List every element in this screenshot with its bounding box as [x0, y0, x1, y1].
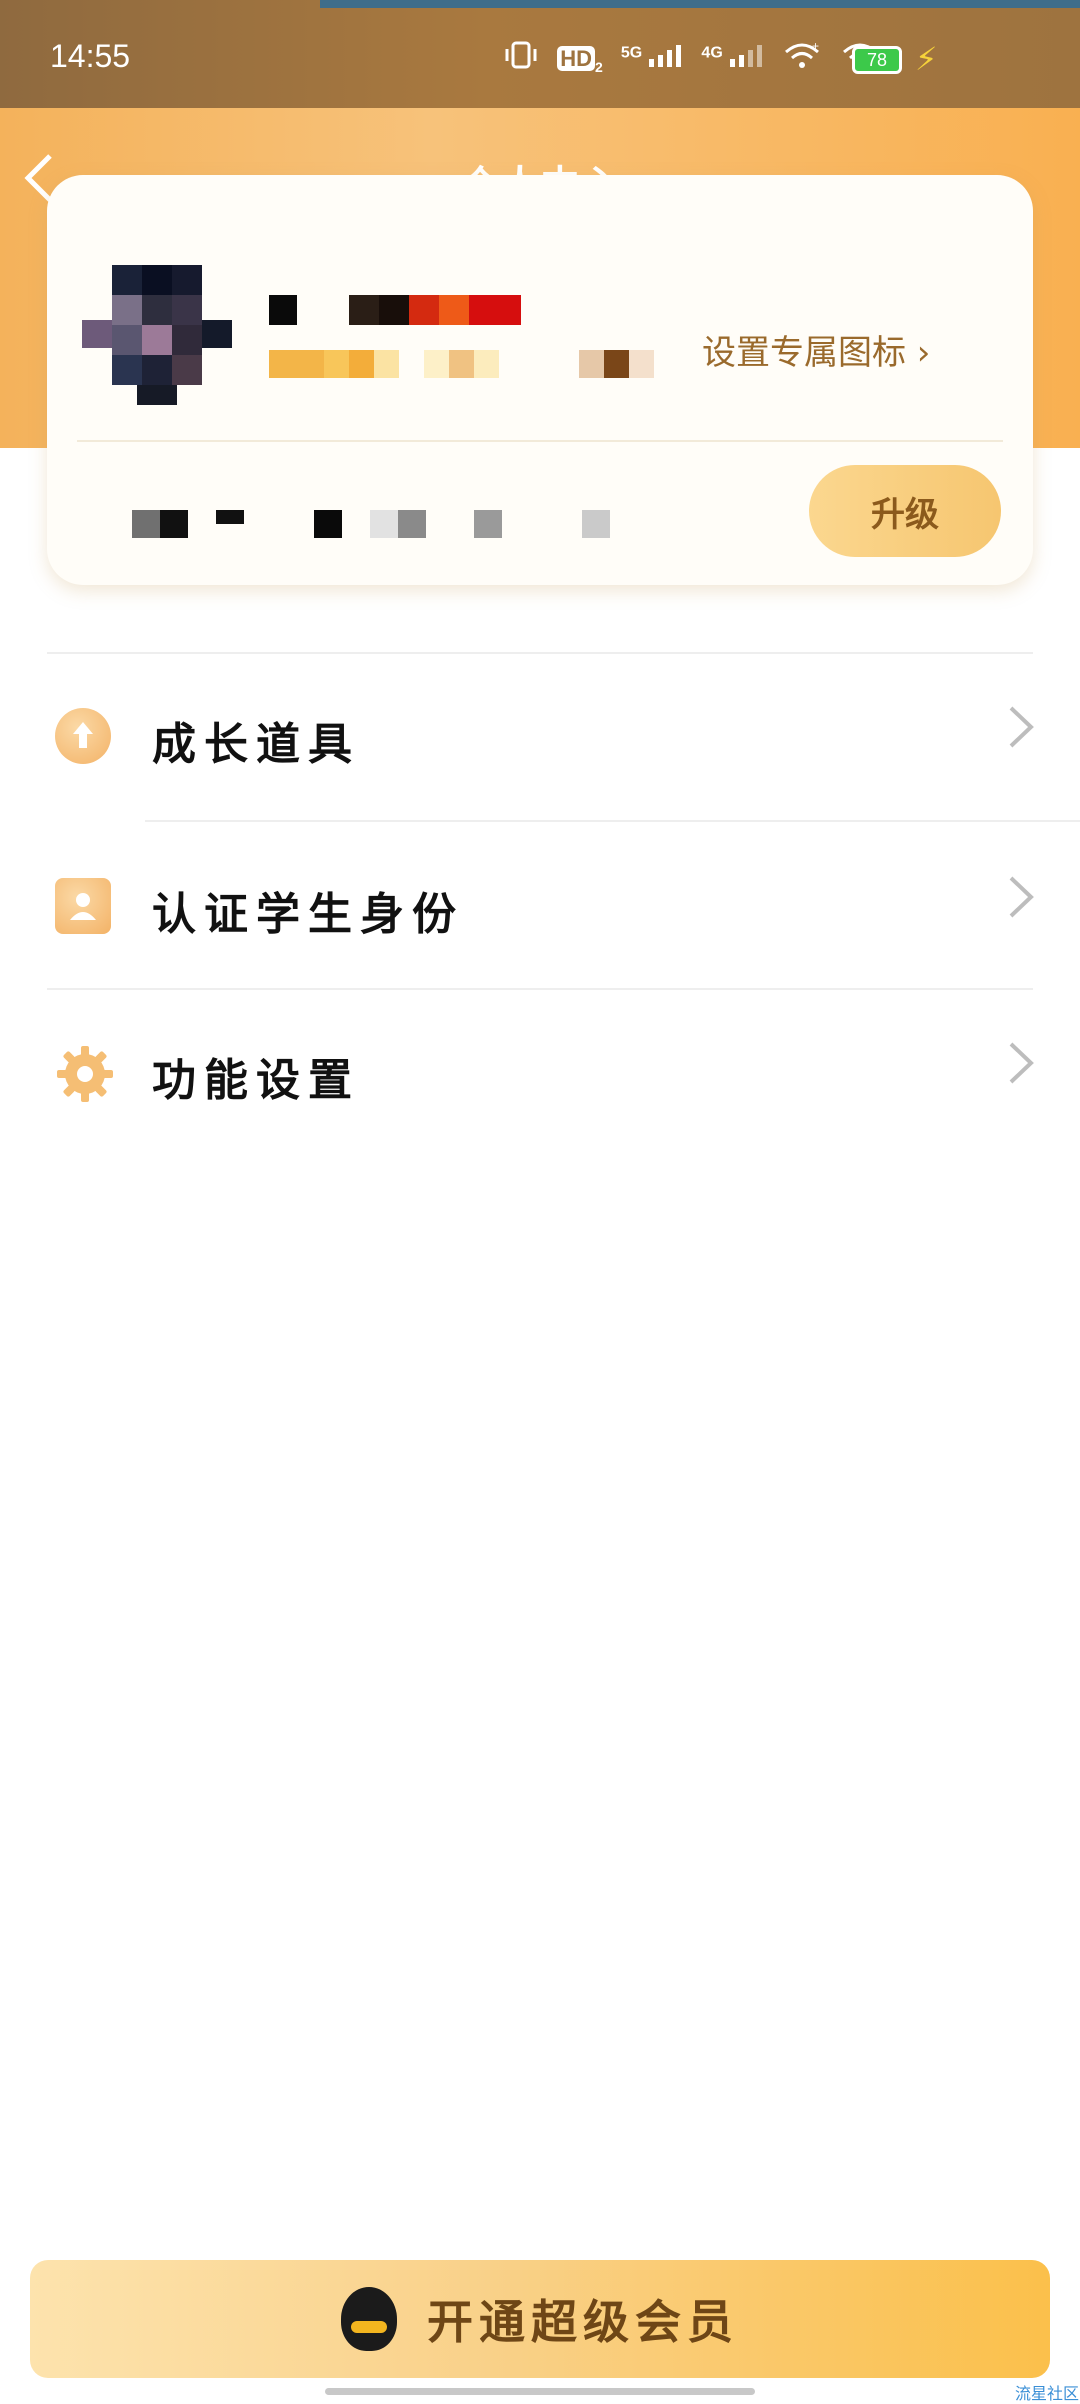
- menu-item-label: 功能设置: [152, 1055, 360, 1106]
- menu-item-label: 认证学生身份: [152, 889, 464, 940]
- hd-label: HD: [557, 45, 596, 71]
- menu-item-growth-props[interactable]: 成长道具: [0, 652, 1080, 820]
- gear-icon: [55, 1044, 113, 1102]
- menu-item-label: 成长道具: [152, 719, 360, 770]
- net2-label: 4G: [701, 44, 723, 62]
- status-bar-top-edge: [320, 0, 1080, 8]
- 4g-signal-icon: 4G: [701, 43, 764, 74]
- card-divider: [77, 440, 1003, 442]
- chevron-right-icon: [1005, 702, 1035, 764]
- qq-penguin-icon: [341, 2287, 397, 2351]
- badges-redacted: [269, 350, 654, 378]
- avatar[interactable]: [82, 265, 242, 405]
- status-icons: HD 2 5G 4G +: [503, 39, 880, 77]
- menu-item-feature-settings[interactable]: 功能设置: [0, 988, 1080, 1156]
- menu-item-student-verification[interactable]: 认证学生身份: [0, 820, 1080, 988]
- vibrate-icon: [503, 40, 539, 77]
- id-card-icon: [55, 878, 111, 934]
- charging-bolt-icon: ⚡: [915, 40, 938, 78]
- profile-card: 设置专属图标 › 升级: [47, 175, 1033, 585]
- chevron-right-icon: [1005, 872, 1035, 934]
- wifi-plus-icon: +: [782, 39, 822, 77]
- nickname-redacted: [269, 295, 521, 325]
- hd-icon: HD 2: [557, 42, 603, 75]
- status-bar: 14:55 HD 2 5G 4G + 78 ⚡: [0, 0, 1080, 108]
- svg-text:+: +: [812, 40, 819, 53]
- open-super-vip-button[interactable]: 开通超级会员: [30, 2260, 1050, 2378]
- 5g-signal-icon: 5G: [621, 43, 684, 74]
- chevron-right-icon: [1005, 1038, 1035, 1100]
- chevron-right-icon: ›: [906, 333, 931, 373]
- account-info-redacted: [132, 510, 610, 538]
- set-exclusive-icon-link[interactable]: 设置专属图标 ›: [702, 325, 930, 374]
- home-indicator[interactable]: [325, 2388, 755, 2395]
- battery-indicator: 78: [852, 46, 902, 74]
- watermark: 流星社区: [1015, 2384, 1080, 2403]
- status-time: 14:55: [50, 38, 131, 74]
- arrow-up-circle-icon: [55, 708, 111, 764]
- net1-label: 5G: [620, 44, 643, 62]
- upgrade-button[interactable]: 升级: [809, 465, 1001, 557]
- hd-sub: 2: [595, 59, 603, 76]
- set-exclusive-icon-label: 设置专属图标: [702, 333, 906, 373]
- open-super-vip-label: 开通超级会员: [427, 2295, 739, 2349]
